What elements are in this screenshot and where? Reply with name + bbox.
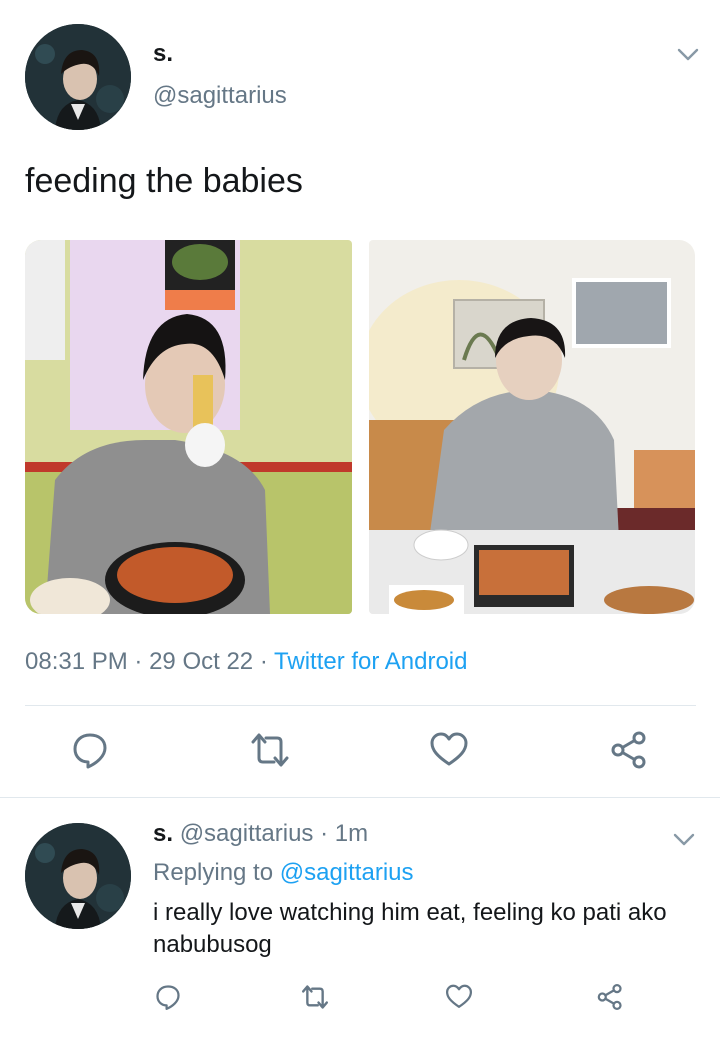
reply-button[interactable] xyxy=(68,728,112,772)
tweet-text: feeding the babies xyxy=(25,162,303,200)
reply-reply-button[interactable] xyxy=(152,981,184,1013)
reply-retweet-button[interactable] xyxy=(298,981,332,1013)
avatar-portrait xyxy=(25,24,131,130)
reply-share-button[interactable] xyxy=(594,981,626,1013)
author-name[interactable]: s. xyxy=(153,40,173,68)
reply-time-ago: · 1m xyxy=(320,820,369,847)
divider xyxy=(0,797,720,798)
heart-icon xyxy=(445,984,473,1008)
chevron-down-icon[interactable] xyxy=(676,42,700,66)
reply-icon xyxy=(156,985,180,1011)
reply-author-handle[interactable]: @sagittarius xyxy=(180,820,314,847)
retweet-icon xyxy=(251,733,289,767)
tweet-photo-2[interactable] xyxy=(369,240,695,614)
divider xyxy=(25,705,696,706)
tweet-meta: 08:31 PM · 29 Oct 22 · Twitter for Andro… xyxy=(25,648,467,676)
reply-text: i really love watching him eat, feeling … xyxy=(153,899,667,958)
share-icon xyxy=(611,731,646,769)
replying-prefix: Replying to xyxy=(153,859,274,886)
reply-author-name[interactable]: s. xyxy=(153,820,173,847)
tweet-time: 08:31 PM xyxy=(25,648,128,675)
author-handle[interactable]: @sagittarius xyxy=(153,82,287,110)
tweet-date: 29 Oct 22 xyxy=(149,648,254,675)
reply-icon xyxy=(73,733,107,769)
share-button[interactable] xyxy=(607,728,651,772)
reply-author-avatar[interactable] xyxy=(25,823,131,929)
retweet-icon xyxy=(301,985,329,1009)
reply-header: s. @sagittarius · 1m xyxy=(153,820,368,848)
reply-like-button[interactable] xyxy=(443,981,475,1013)
avatar-portrait xyxy=(25,823,131,929)
chevron-down-icon[interactable] xyxy=(672,827,696,851)
replying-to-mention[interactable]: @sagittarius xyxy=(280,859,414,886)
heart-icon xyxy=(430,732,468,766)
share-icon xyxy=(597,983,622,1011)
retweet-button[interactable] xyxy=(246,728,294,772)
meta-separator: · xyxy=(259,648,268,675)
tweet-source-link[interactable]: Twitter for Android xyxy=(274,648,467,675)
tweet-photo-1[interactable] xyxy=(25,240,352,614)
meta-separator: · xyxy=(134,648,143,675)
replying-to-line: Replying to @sagittarius xyxy=(153,859,414,887)
like-button[interactable] xyxy=(427,728,471,772)
author-avatar[interactable] xyxy=(25,24,131,130)
